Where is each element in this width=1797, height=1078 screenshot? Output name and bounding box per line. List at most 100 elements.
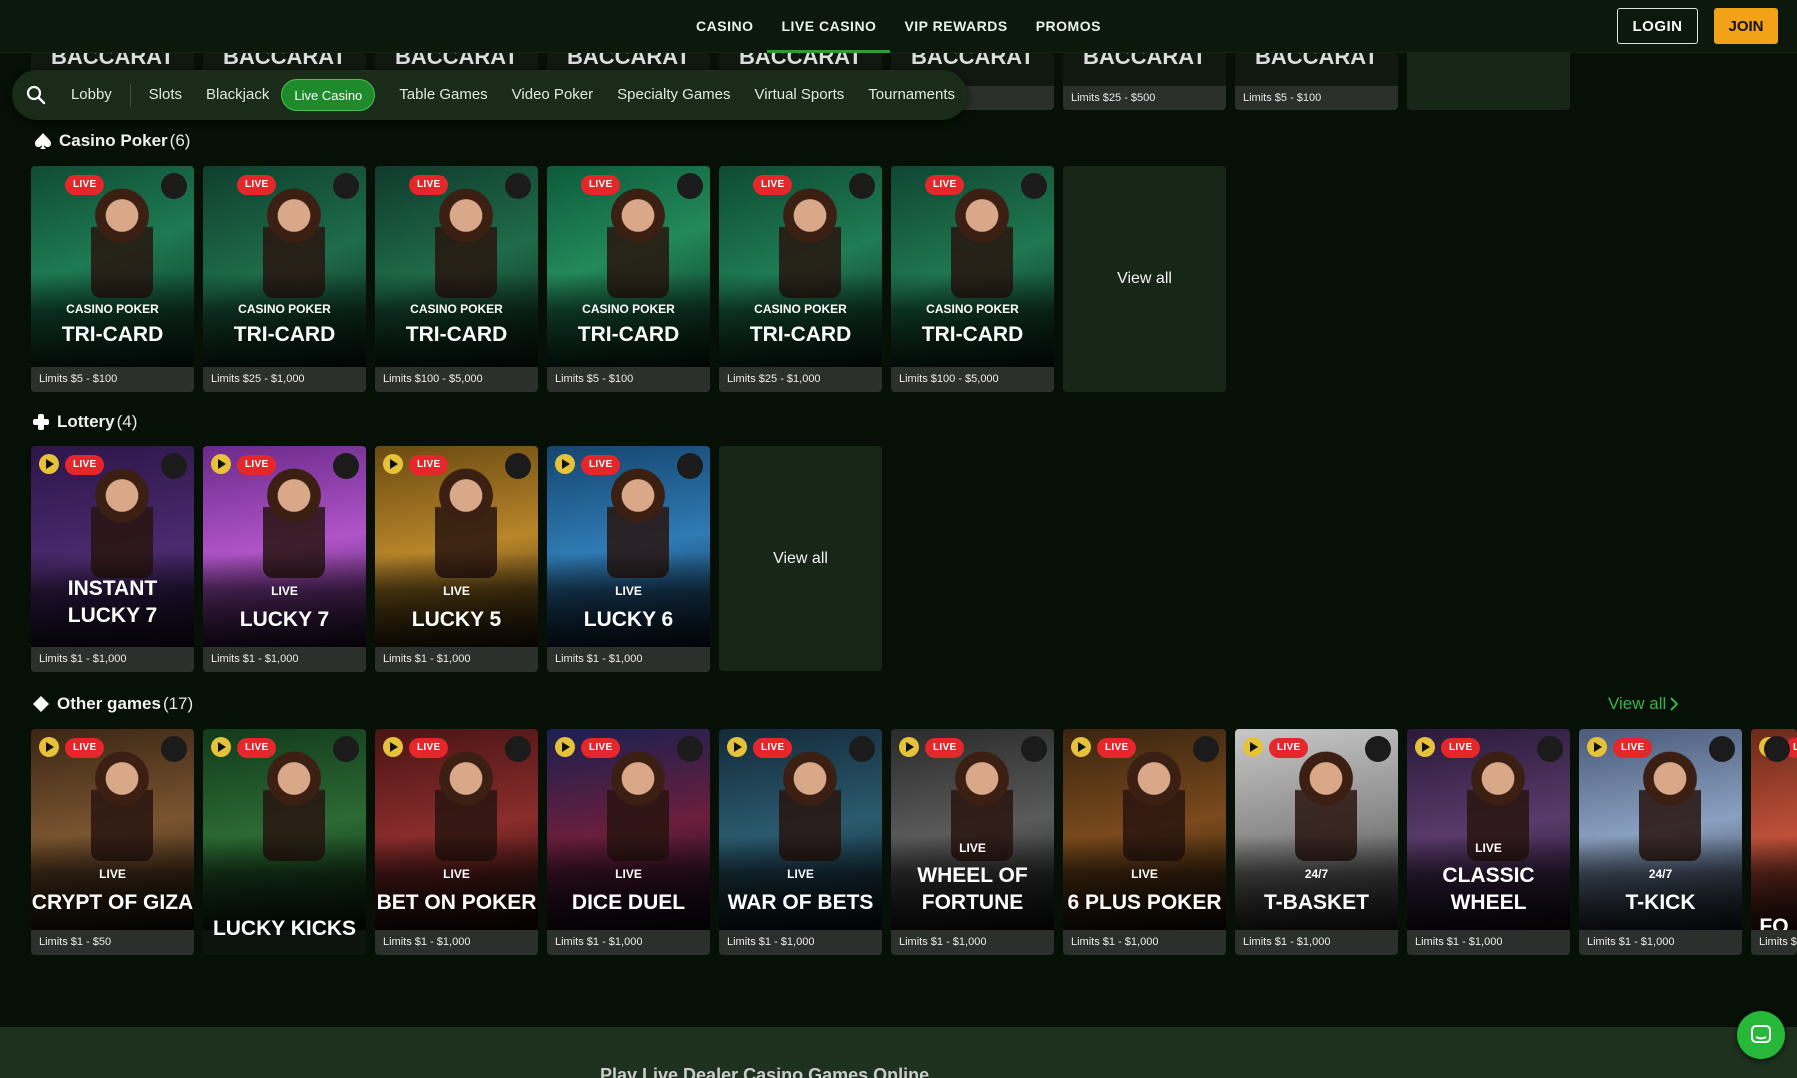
game-card[interactable]: LIVE CASINO POKER TRI-CARD Limits $5 - $100 <box>31 166 194 392</box>
view-all-tile-lottery[interactable]: View all <box>719 446 882 671</box>
game-title: CRYPT OF GIZA <box>31 891 194 914</box>
nav-casino[interactable]: CASINO <box>682 0 767 53</box>
game-card[interactable]: LIVE CASINO POKER TRI-CARD Limits $100 - $5… <box>891 166 1054 392</box>
game-card[interactable]: LIVE WHEEL OF LIVE FORTUNE Limits $1 - $1,00… <box>891 729 1054 955</box>
game-subtitle: CASINO POKER <box>410 302 503 316</box>
game-card[interactable]: LIVE LIVE WAR OF BETS Limits $1 - $1,000 <box>719 729 882 955</box>
play-icon <box>382 736 404 758</box>
section-title: Lottery <box>57 412 115 431</box>
search-icon[interactable] <box>24 80 49 110</box>
cat-video-poker[interactable]: Video Poker <box>500 79 605 111</box>
game-title: LUCKY 5 <box>411 608 502 631</box>
view-all-tile-poker[interactable]: View all <box>1063 166 1226 392</box>
game-title: FORTUNE <box>921 891 1024 914</box>
game-card[interactable]: LIVE LUCKY KICKS <box>203 729 366 955</box>
game-card[interactable]: LIVE CASINO POKER TRI-CARD Limits $25 - $1,… <box>203 166 366 392</box>
provider-logo-icon <box>161 173 187 199</box>
game-card[interactable]: LIVE CASINO POKER TRI-CARD Limits $25 - $1,… <box>719 166 882 392</box>
game-card[interactable]: LIVE LIVE 6 PLUS POKER Limits $1 - $1,000 <box>1063 729 1226 955</box>
game-subtitle: 24/7 <box>1648 867 1673 881</box>
limits-label: Limits $25 - $1,000 <box>719 367 882 392</box>
game-subtitle: LIVE <box>1475 841 1502 855</box>
nav-promos[interactable]: PROMOS <box>1022 0 1115 53</box>
live-badge: LIVE <box>1441 738 1481 758</box>
game-card[interactable]: LIVE CLASSIC LIVE WHEEL Limits $1 - $1,000 <box>1407 729 1570 955</box>
limits-label: Limits $1 - $50 <box>31 930 194 955</box>
cat-live-casino[interactable]: Live Casino <box>281 79 376 111</box>
cat-blackjack[interactable]: Blackjack <box>194 79 281 111</box>
provider-logo-icon <box>333 736 359 762</box>
game-title: T-KICK <box>1625 891 1696 914</box>
game-card[interactable]: LIVE INSTANT LUCKY 7 Limits $1 - $1,000 <box>31 446 194 672</box>
section-heading-other-games: Other games (17) <box>31 694 193 714</box>
provider-logo-icon <box>1021 736 1047 762</box>
join-button[interactable]: JOIN <box>1714 8 1778 44</box>
live-badge: LIVE <box>581 175 621 195</box>
live-badge: LIVE <box>409 175 449 195</box>
limits-label: Limits $5 - $100 <box>1235 86 1398 110</box>
game-subtitle: CASINO POKER <box>238 302 331 316</box>
game-title: TRI-CARD <box>749 323 852 346</box>
game-title: TRI-CARD <box>577 323 680 346</box>
cat-specialty-games[interactable]: Specialty Games <box>605 79 742 111</box>
cat-slots[interactable]: Slots <box>137 79 194 111</box>
game-title: LUCKY KICKS <box>212 917 357 940</box>
game-title-line1: WHEEL OF <box>917 864 1028 887</box>
game-title: TRI-CARD <box>233 323 336 346</box>
chevron-right-icon <box>1670 697 1679 711</box>
provider-logo-icon <box>505 453 531 479</box>
play-icon <box>1242 736 1264 758</box>
provider-logo-icon <box>677 173 703 199</box>
view-all-link-other-games[interactable]: View all <box>1608 694 1679 714</box>
game-subtitle: LIVE <box>443 867 470 881</box>
game-card[interactable]: LIVE LIVE DICE DUEL Limits $1 - $1,000 <box>547 729 710 955</box>
cat-lobby[interactable]: Lobby <box>59 79 124 111</box>
provider-logo-icon <box>505 173 531 199</box>
play-icon <box>210 736 232 758</box>
limits-label: Limits $1 - $1,000 <box>31 647 194 672</box>
login-button[interactable]: LOGIN <box>1617 8 1698 44</box>
game-title-line1: CLASSIC <box>1442 864 1535 887</box>
title-overlay <box>203 272 366 367</box>
live-badge: LIVE <box>237 738 277 758</box>
provider-logo-icon <box>333 173 359 199</box>
game-card[interactable]: LIVE LIVE LUCKY 6 Limits $1 - $1,000 <box>547 446 710 672</box>
cat-virtual-sports[interactable]: Virtual Sports <box>743 79 857 111</box>
limits-label: Limits $1 - $1,000 <box>375 930 538 955</box>
game-card[interactable]: LIVE CASINO POKER TRI-CARD Limits $5 - $100 <box>547 166 710 392</box>
nav-vip-rewards[interactable]: VIP REWARDS <box>890 0 1021 53</box>
game-title: WHEEL <box>1450 891 1527 914</box>
nav-live-casino[interactable]: LIVE CASINO <box>767 0 891 53</box>
game-title: TRI-CARD <box>921 323 1024 346</box>
limits-label: Limits $1 - $1,000 <box>1235 930 1398 955</box>
game-card[interactable]: LIVE LIVE LUCKY 5 Limits $1 - $1,000 <box>375 446 538 672</box>
provider-logo-icon <box>1021 173 1047 199</box>
game-card[interactable]: LIVE LIVE BET ON POKER Limits $1 - $1,000 <box>375 729 538 955</box>
title-overlay <box>719 272 882 367</box>
cat-table-games[interactable]: Table Games <box>387 79 499 111</box>
game-card[interactable]: LIVE LIVE LUCKY 7 Limits $1 - $1,000 <box>203 446 366 672</box>
provider-logo-icon <box>1365 736 1391 762</box>
live-badge: LIVE <box>65 175 105 195</box>
game-subtitle: LIVE <box>99 867 126 881</box>
game-card[interactable]: LIVE LIVE CRYPT OF GIZA Limits $1 - $50 <box>31 729 194 955</box>
game-card[interactable]: LIVE 24/7 T-BASKET Limits $1 - $1,000 <box>1235 729 1398 955</box>
title-overlay <box>547 272 710 367</box>
play-icon <box>726 736 748 758</box>
chat-button[interactable] <box>1737 1011 1785 1059</box>
live-badge: LIVE <box>925 175 965 195</box>
provider-logo-icon <box>1709 736 1735 762</box>
live-badge: LIVE <box>753 738 793 758</box>
game-card[interactable]: LIVEFOLimits $ <box>1751 729 1797 955</box>
provider-logo-icon <box>1193 736 1219 762</box>
game-card[interactable]: LIVE CASINO POKER TRI-CARD Limits $100 - $5… <box>375 166 538 392</box>
limits-label: Limits $1 - $1,000 <box>547 930 710 955</box>
play-icon <box>554 453 576 475</box>
limits-label: Limits $1 - $1,000 <box>719 930 882 955</box>
game-card[interactable]: LIVE 24/7 T-KICK Limits $1 - $1,000 <box>1579 729 1742 955</box>
live-badge: LIVE <box>65 738 105 758</box>
provider-logo-icon <box>161 736 187 762</box>
live-badge: LIVE <box>409 738 449 758</box>
cat-tournaments[interactable]: Tournaments <box>856 79 967 111</box>
play-icon <box>210 453 232 475</box>
